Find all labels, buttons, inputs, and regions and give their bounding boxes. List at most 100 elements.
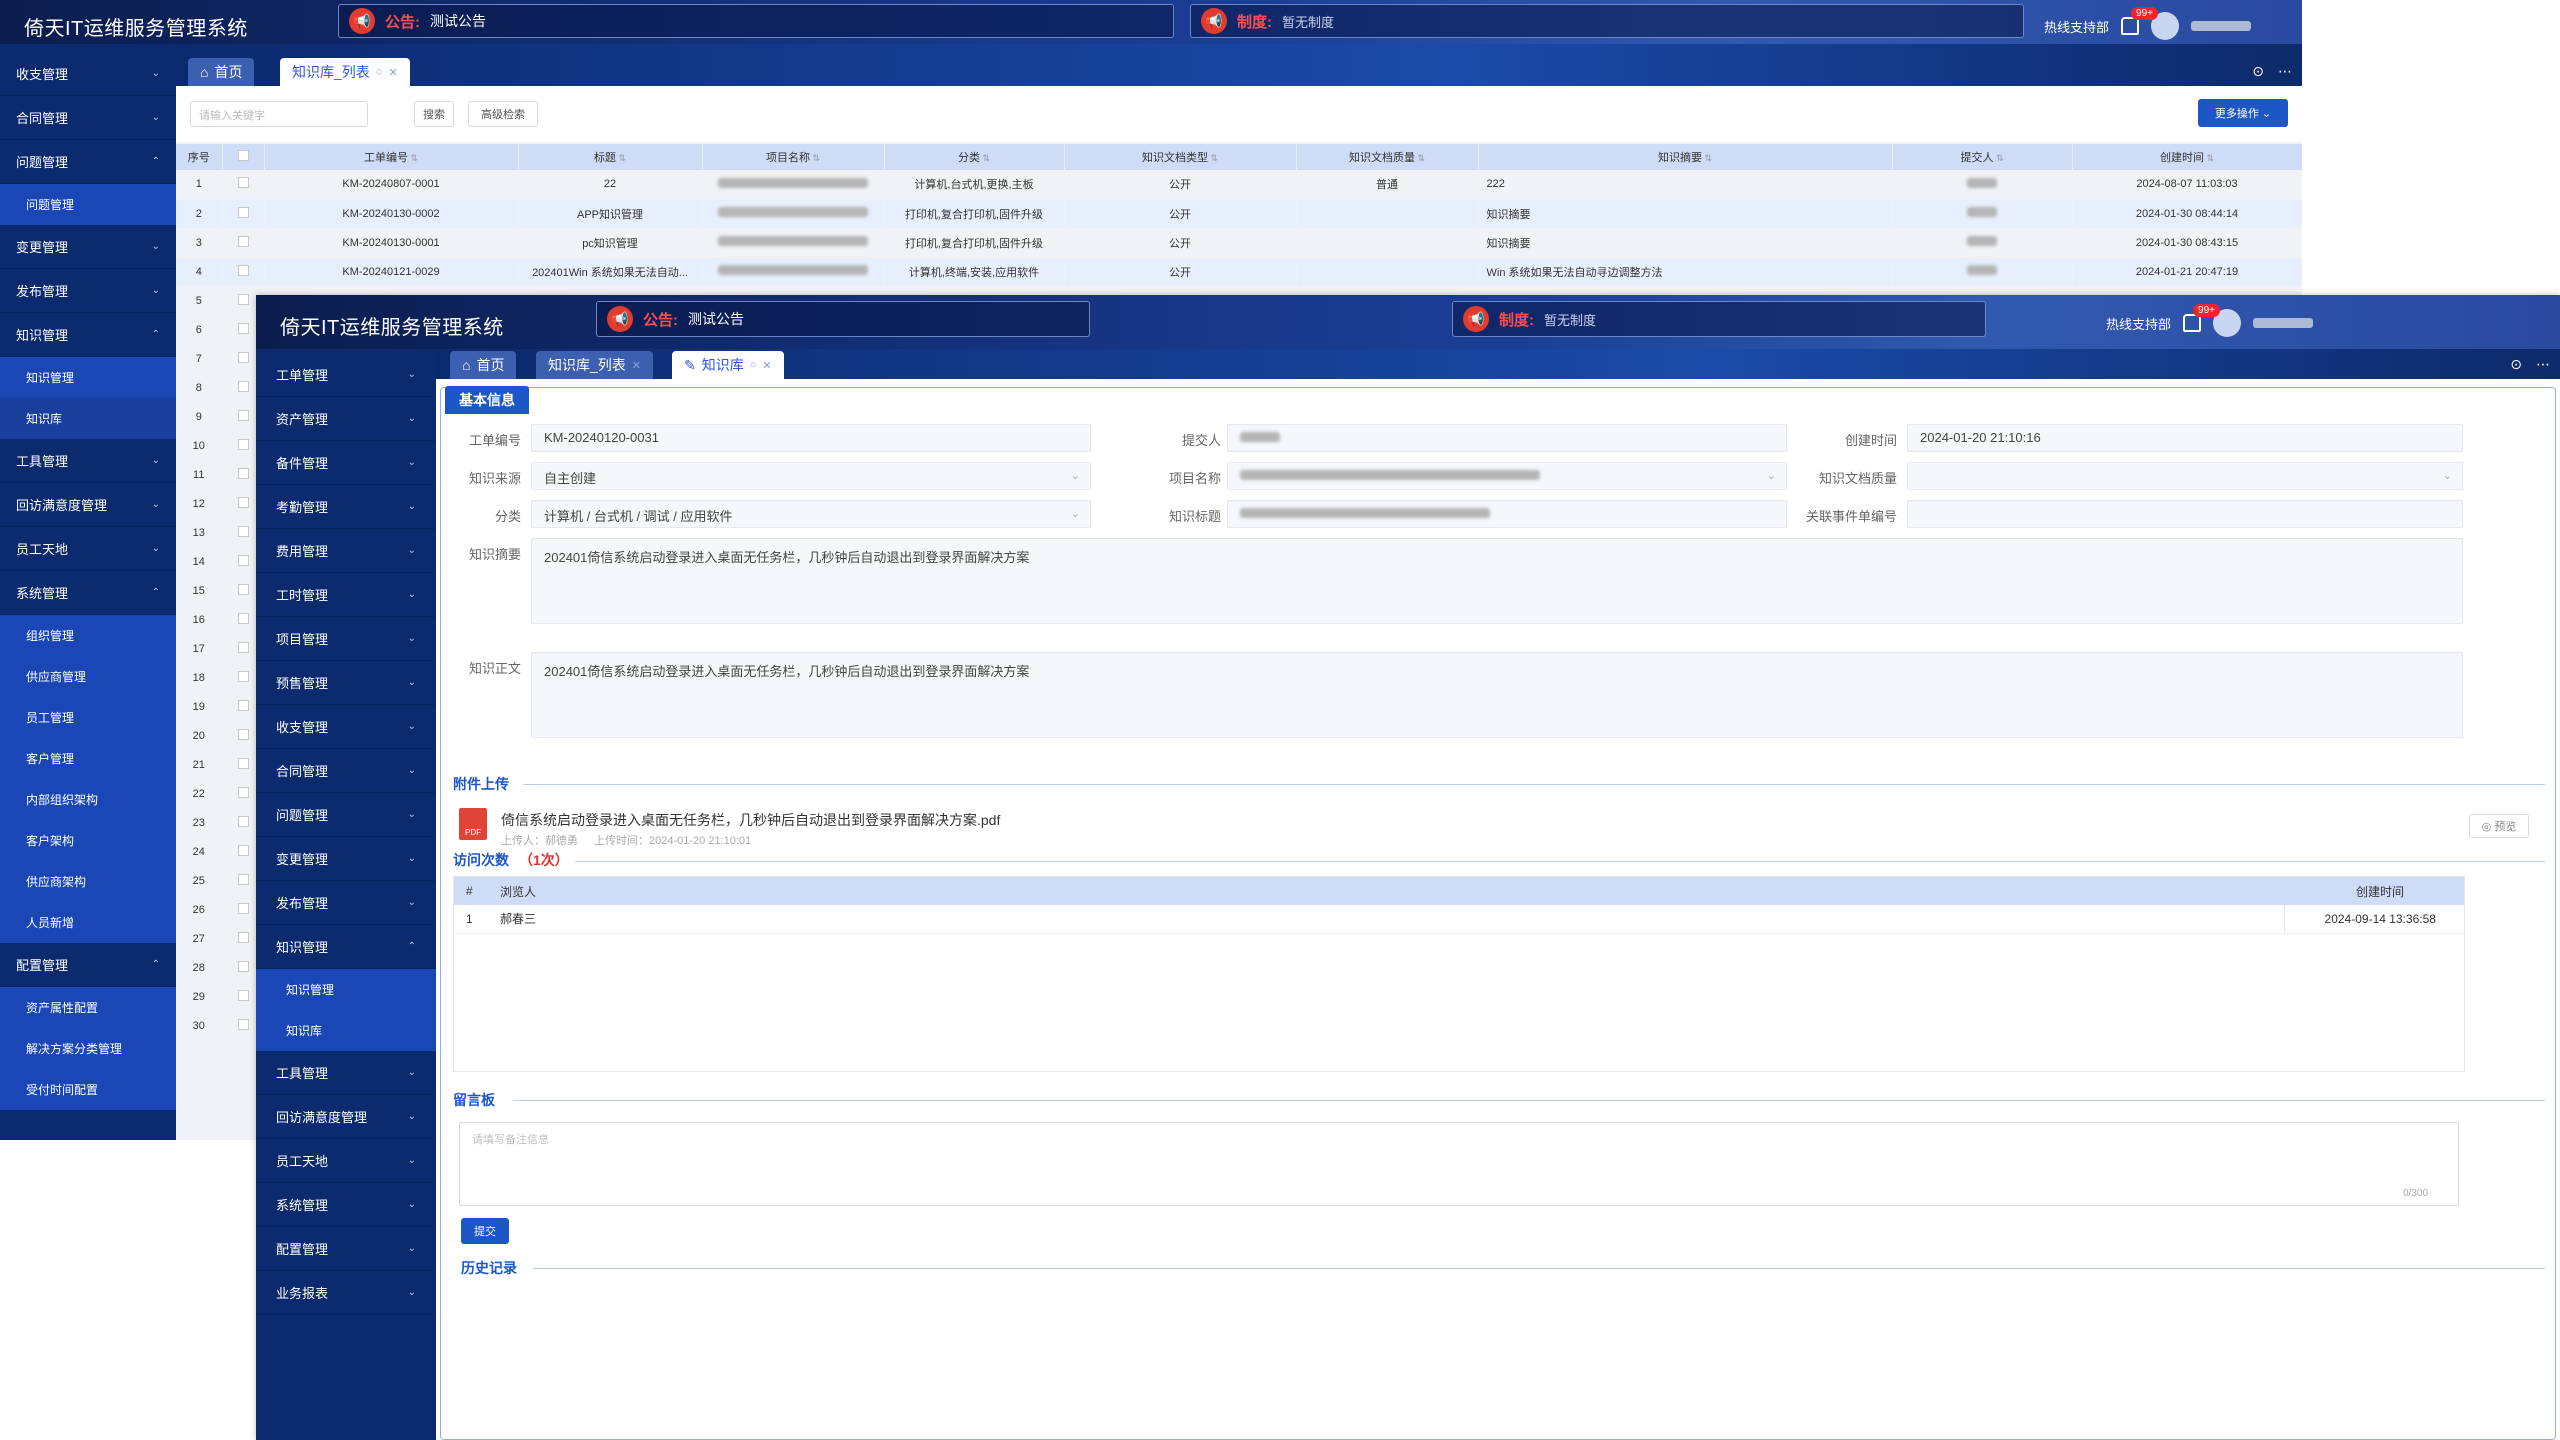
sidebar-item[interactable]: 问题管理 ⌄ (256, 793, 436, 837)
sidebar-item[interactable]: 业务报表 ⌄ (256, 1271, 436, 1315)
row-checkbox[interactable] (237, 235, 249, 247)
sidebar-item[interactable]: 工具管理 ⌄ (0, 439, 176, 483)
sidebar-subitem[interactable]: 人员新增 (0, 902, 176, 943)
sort-icon[interactable]: ⇅ (2204, 153, 2214, 163)
row-checkbox[interactable] (237, 438, 249, 450)
notice-box[interactable]: 📢 公告: 测试公告 (596, 301, 1090, 337)
sidebar-item[interactable]: 员工天地 ⌄ (0, 527, 176, 571)
row-checkbox[interactable] (237, 264, 249, 276)
sidebar-item[interactable]: 知识管理 ⌃ (256, 925, 436, 969)
sort-icon[interactable]: ⇅ (1415, 153, 1425, 163)
tab-knowledge-list[interactable]: 知识库_列表 ✕ (536, 351, 654, 379)
field-project[interactable]: ⌄ (1227, 462, 1787, 490)
sidebar-subitem[interactable]: 受付时间配置 (0, 1069, 176, 1110)
row-checkbox[interactable] (237, 467, 249, 479)
row-checkbox[interactable] (237, 409, 249, 421)
tab-home[interactable]: ⌂ 首页 (450, 351, 517, 379)
more-icon[interactable]: ⋯ (2278, 63, 2292, 80)
row-checkbox[interactable] (237, 293, 249, 305)
sidebar-item[interactable]: 员工天地 ⌄ (256, 1139, 436, 1183)
col-header[interactable]: 知识文档质量 ⇅ (1296, 144, 1479, 170)
advanced-search-button[interactable]: 高级检索 (468, 101, 538, 127)
row-checkbox[interactable] (237, 670, 249, 682)
field-created[interactable]: 2024-01-20 21:10:16 (1907, 424, 2463, 452)
table-row[interactable]: 4 KM-20240121-0029 202401Win 系统如果无法自动... 计算… (176, 257, 2302, 287)
tab-knowledge-list[interactable]: 知识库_列表 ○ ✕ (280, 58, 410, 86)
attachment-name[interactable]: 倚信系统启动登录进入桌面无任务栏，几秒钟后自动退出到登录界面解决方案.pdf (501, 810, 1000, 830)
sidebar-item[interactable]: 收支管理 ⌄ (0, 52, 176, 96)
close-icon[interactable]: ✕ (762, 359, 771, 372)
sidebar-subitem[interactable]: 问题管理 (0, 184, 176, 225)
col-header[interactable]: 知识摘要 ⇅ (1478, 144, 1893, 170)
sidebar-subitem[interactable]: 客户管理 (0, 738, 176, 779)
sidebar-subitem[interactable]: 组织管理 (0, 615, 176, 656)
row-checkbox[interactable] (237, 815, 249, 827)
tab-knowledge[interactable]: ✎ 知识库 ○ ✕ (672, 351, 784, 379)
row-checkbox[interactable] (237, 786, 249, 798)
sidebar-item[interactable]: 系统管理 ⌃ (0, 571, 176, 615)
sidebar-item[interactable]: 工时管理 ⌄ (256, 573, 436, 617)
row-checkbox[interactable] (237, 177, 249, 189)
sidebar-item[interactable]: 资产管理 ⌄ (256, 397, 436, 441)
col-header[interactable]: 提交人 ⇅ (1892, 144, 2073, 170)
field-quality[interactable]: ⌄ (1907, 462, 2463, 490)
sidebar-subitem[interactable]: 知识管理 (256, 969, 436, 1010)
sort-icon[interactable]: ⇅ (810, 153, 820, 163)
refresh-icon[interactable]: ○ (750, 359, 757, 371)
rule-box[interactable]: 📢 制度: 暂无制度 (1190, 4, 2024, 38)
field-submitter[interactable] (1227, 424, 1787, 452)
col-header[interactable]: 工单编号 ⇅ (264, 144, 519, 170)
field-source[interactable]: 自主创建 ⌄ (531, 462, 1091, 490)
sidebar-item[interactable]: 合同管理 ⌄ (256, 749, 436, 793)
col-header[interactable]: 项目名称 ⇅ (702, 144, 885, 170)
row-checkbox[interactable] (237, 873, 249, 885)
row-checkbox[interactable] (237, 728, 249, 740)
sidebar-item[interactable]: 发布管理 ⌄ (0, 269, 176, 313)
close-icon[interactable]: ✕ (632, 359, 641, 372)
row-checkbox[interactable] (237, 699, 249, 711)
sidebar-subitem[interactable]: 资产属性配置 (0, 987, 176, 1028)
col-header[interactable]: 创建时间 ⇅ (2072, 144, 2302, 170)
sidebar-item[interactable]: 发布管理 ⌄ (256, 881, 436, 925)
row-checkbox[interactable] (237, 844, 249, 856)
search-button[interactable]: 搜索 (414, 101, 454, 127)
sidebar-subitem[interactable]: 供应商管理 (0, 656, 176, 697)
sidebar-item[interactable]: 费用管理 ⌄ (256, 529, 436, 573)
sidebar-item[interactable]: 变更管理 ⌄ (0, 225, 176, 269)
preview-button[interactable]: ◎ 预览 (2469, 814, 2529, 838)
row-checkbox[interactable] (237, 931, 249, 943)
sort-icon[interactable]: ⇅ (1702, 153, 1712, 163)
sidebar-subitem[interactable]: 员工管理 (0, 697, 176, 738)
sidebar-item[interactable]: 变更管理 ⌄ (256, 837, 436, 881)
sidebar-item[interactable]: 回访满意度管理 ⌄ (0, 483, 176, 527)
sidebar-item[interactable]: 问题管理 ⌃ (0, 140, 176, 184)
sidebar-item[interactable]: 配置管理 ⌃ (0, 943, 176, 987)
row-checkbox[interactable] (237, 612, 249, 624)
tab-home[interactable]: ⌂ 首页 (188, 58, 255, 86)
table-row[interactable]: 2 KM-20240130-0002 APP知识管理 打印机,复合打印机,固件升级 公开… (176, 199, 2302, 229)
bell-icon[interactable]: 99+ (2121, 7, 2158, 35)
sidebar-subitem[interactable]: 知识库 (0, 398, 176, 439)
sort-icon[interactable]: ⇅ (616, 153, 626, 163)
message-input[interactable]: 请填写备注信息 (459, 1122, 2459, 1206)
row-checkbox[interactable] (237, 583, 249, 595)
row-checkbox[interactable] (237, 554, 249, 566)
target-icon[interactable]: ⊙ (2252, 63, 2264, 80)
sidebar-item[interactable]: 备件管理 ⌄ (256, 441, 436, 485)
col-header[interactable] (222, 144, 265, 170)
target-icon[interactable]: ⊙ (2510, 356, 2522, 373)
sidebar-item[interactable]: 工具管理 ⌄ (256, 1051, 436, 1095)
row-checkbox[interactable] (237, 902, 249, 914)
sort-icon[interactable]: ⇅ (1993, 153, 2004, 163)
field-code[interactable]: KM-20240120-0031 (531, 424, 1091, 452)
rule-box[interactable]: 📢 制度: 暂无制度 (1452, 301, 1986, 337)
sidebar-subitem[interactable]: 内部组织架构 (0, 779, 176, 820)
row-checkbox[interactable] (237, 757, 249, 769)
table-row[interactable]: 1 KM-20240807-0001 22 计算机,台式机,更换,主板 公开 普通 222 2… (176, 170, 2302, 200)
col-header[interactable]: 序号 (176, 144, 223, 170)
sidebar-item[interactable]: 收支管理 ⌄ (256, 705, 436, 749)
row-checkbox[interactable] (237, 989, 249, 1001)
sidebar-item[interactable]: 考勤管理 ⌄ (256, 485, 436, 529)
field-event[interactable] (1907, 500, 2463, 528)
sidebar-item[interactable]: 预售管理 ⌄ (256, 661, 436, 705)
